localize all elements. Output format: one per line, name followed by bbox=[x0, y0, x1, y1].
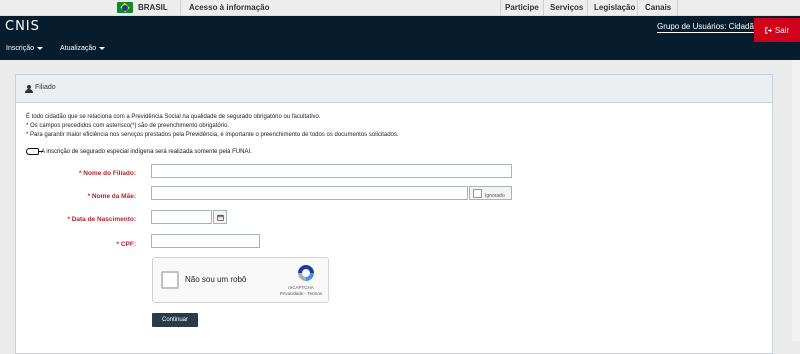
nascimento-input[interactable] bbox=[151, 210, 212, 224]
menu-atualizacao[interactable]: Atualização bbox=[60, 45, 106, 52]
divider bbox=[637, 0, 638, 16]
divider bbox=[543, 0, 544, 16]
logout-icon bbox=[765, 26, 772, 34]
user-group-label[interactable]: Grupo de Usuários: Cidadão bbox=[657, 22, 759, 33]
recaptcha-branding: reCAPTCHA Privacidade - Termos bbox=[273, 285, 329, 297]
ignorado-checkbox[interactable]: Ignorado bbox=[469, 186, 512, 200]
brasil-link[interactable]: BRASIL bbox=[138, 3, 168, 12]
app-header: CNIS Grupo de Usuários: Cidadão Sair Ins… bbox=[0, 16, 800, 60]
participe-link[interactable]: Participe bbox=[505, 3, 539, 12]
ignorado-label: Ignorado bbox=[485, 193, 505, 199]
nome-filiado-label: * Nome do Filiado: bbox=[78, 170, 136, 177]
legislacao-link[interactable]: Legislação bbox=[594, 3, 635, 12]
info-line: * Os campos precedidos com asterisco(*) … bbox=[26, 123, 230, 129]
servicos-link[interactable]: Serviços bbox=[550, 3, 583, 12]
cnis-logo[interactable]: CNIS bbox=[5, 19, 40, 34]
funai-note: A inscrição de segurado especial indígen… bbox=[26, 148, 252, 155]
recaptcha-privacy-terms[interactable]: Privacidade - Termos bbox=[273, 291, 329, 297]
continuar-button[interactable]: Continuar bbox=[152, 313, 198, 327]
divider bbox=[180, 0, 181, 16]
divider bbox=[500, 0, 501, 16]
calendar-button[interactable] bbox=[213, 210, 227, 224]
logout-button[interactable]: Sair bbox=[754, 18, 800, 42]
recaptcha-logo-icon bbox=[298, 265, 314, 281]
panel-heading: Filiado bbox=[16, 75, 772, 103]
gov-bar: BRASIL Acesso à informação Participe Ser… bbox=[0, 0, 800, 16]
nome-filiado-input[interactable] bbox=[151, 164, 512, 178]
menu-inscricao[interactable]: Inscrição bbox=[6, 45, 44, 52]
caret-down-icon bbox=[37, 46, 44, 50]
acesso-informacao-link[interactable]: Acesso à informação bbox=[189, 3, 269, 12]
panel-title: Filiado bbox=[35, 84, 56, 91]
user-icon bbox=[25, 85, 33, 93]
scrollbar[interactable] bbox=[792, 60, 800, 341]
canais-link[interactable]: Canais bbox=[645, 3, 671, 12]
recaptcha-checkbox[interactable] bbox=[161, 271, 179, 289]
info-line: É todo cidadão que se relaciona com a Pr… bbox=[26, 114, 321, 120]
divider bbox=[677, 0, 678, 16]
cpf-input[interactable] bbox=[151, 234, 260, 248]
calendar-icon bbox=[216, 214, 224, 221]
recaptcha-label: Não sou um robô bbox=[185, 275, 247, 284]
brazil-flag-icon bbox=[117, 2, 133, 13]
nome-mae-label: * Nome da Mãe: bbox=[87, 193, 136, 200]
info-line: * Para garantir maior eficiência nos ser… bbox=[26, 132, 399, 138]
logout-label: Sair bbox=[774, 25, 790, 35]
filiado-panel: Filiado É todo cidadão que se relaciona … bbox=[15, 74, 773, 354]
caret-down-icon bbox=[99, 46, 106, 50]
menu-inscricao-label: Inscrição bbox=[6, 45, 35, 52]
divider bbox=[587, 0, 588, 16]
cpf-label: * CPF: bbox=[116, 241, 137, 248]
funai-note-text: A inscrição de segurado especial indígen… bbox=[41, 148, 252, 155]
recaptcha-widget: Não sou um robô reCAPTCHA Privacidade - … bbox=[152, 257, 329, 303]
nascimento-label: * Data de Nascimento: bbox=[67, 216, 136, 223]
nome-mae-input[interactable] bbox=[151, 186, 468, 200]
checkbox-box[interactable] bbox=[473, 189, 482, 198]
menu-atualizacao-label: Atualização bbox=[60, 45, 97, 52]
pointing-hand-icon bbox=[26, 148, 43, 155]
